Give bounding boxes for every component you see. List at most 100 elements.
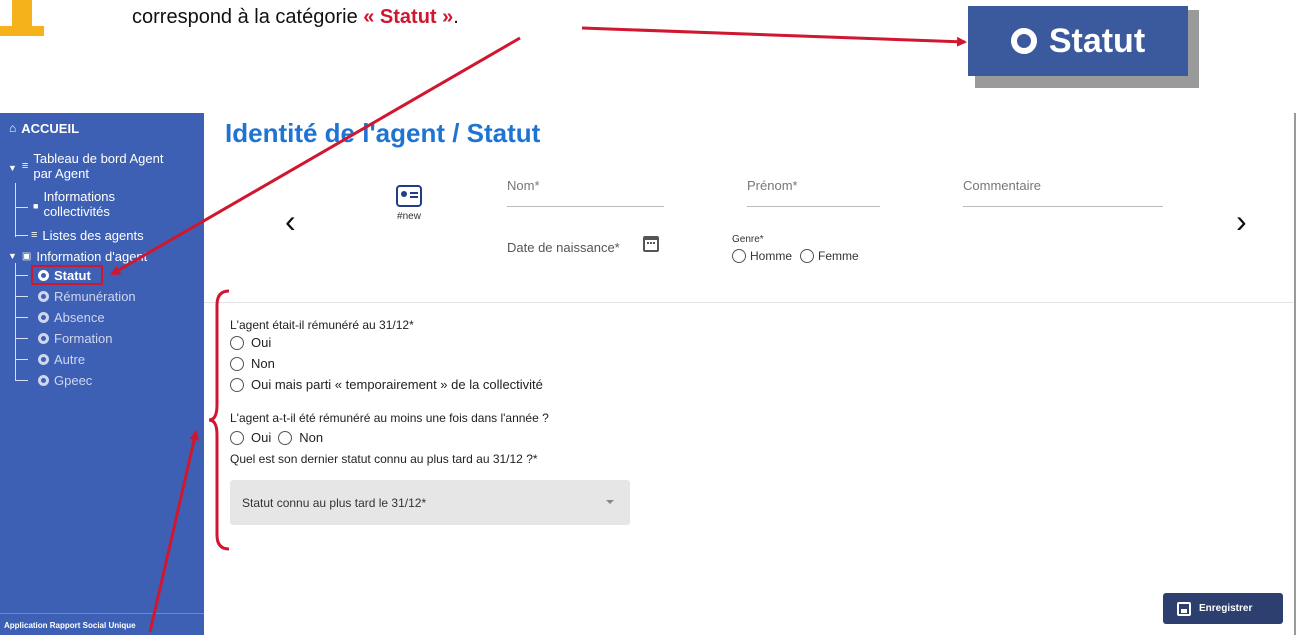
zoom-label: Statut bbox=[1048, 21, 1146, 60]
instruction-highlight: « Statut » bbox=[363, 6, 454, 28]
sidebar-gpeec-label: Gpeec bbox=[54, 373, 93, 388]
chevron-down-icon: ▼ bbox=[8, 163, 17, 173]
commentaire-label: Commentaire bbox=[963, 178, 1042, 193]
sidebar-item-gpeec[interactable]: Gpeec bbox=[38, 373, 92, 388]
radio-button[interactable] bbox=[230, 335, 244, 350]
circle-icon bbox=[38, 375, 49, 386]
info-collect-line2: collectivités bbox=[43, 204, 110, 219]
floppy-disk-icon bbox=[1177, 601, 1191, 616]
sidebar-formation-label: Formation bbox=[54, 331, 113, 346]
commentaire-field[interactable]: Commentaire bbox=[963, 178, 1163, 207]
option-label: Non bbox=[251, 356, 275, 371]
dashboard-label-line1: Tableau de bord Agent bbox=[33, 151, 164, 166]
statut-highlight-box bbox=[31, 265, 103, 285]
tree-line bbox=[15, 183, 16, 237]
sidebar-item-remuneration[interactable]: Rémunération bbox=[38, 289, 136, 304]
circle-icon bbox=[38, 354, 49, 365]
tree-branch bbox=[16, 317, 28, 318]
option-label: Oui mais parti « temporairement » de la … bbox=[251, 377, 543, 392]
tree-branch bbox=[16, 207, 28, 208]
screenshot-stage: correspond à la catégorie « Statut ». St… bbox=[0, 0, 1296, 635]
instruction-text: correspond à la catégorie « Statut ». bbox=[132, 6, 459, 29]
list-icon: ≡ bbox=[31, 229, 38, 241]
next-arrow-icon[interactable]: › bbox=[1236, 203, 1247, 240]
prenom-label: Prénom* bbox=[747, 178, 798, 193]
id-card-icon: ▣ bbox=[21, 251, 32, 262]
tree-branch bbox=[16, 235, 28, 236]
nom-field[interactable]: Nom* bbox=[507, 178, 664, 207]
agents-list-label: Listes des agents bbox=[42, 228, 144, 243]
sidebar-item-informations-collectivites[interactable]: ■ Informations collectivités bbox=[33, 189, 115, 219]
radio-femme[interactable] bbox=[800, 249, 815, 263]
sidebar-absence-label: Absence bbox=[54, 310, 105, 325]
main-panel: Identité de l'agent / Statut ‹ › #new No… bbox=[204, 113, 1296, 635]
option-oui-temporaire[interactable]: Oui mais parti « temporairement » de la … bbox=[230, 377, 543, 392]
statut-select[interactable]: Statut connu au plus tard le 31/12* bbox=[230, 480, 630, 525]
sidebar-autre-label: Autre bbox=[54, 352, 86, 367]
page-title: Identité de l'agent / Statut bbox=[225, 118, 541, 148]
tree-branch bbox=[16, 338, 28, 339]
option-oui[interactable]: Oui bbox=[230, 335, 271, 350]
agent-id: #new bbox=[397, 211, 421, 222]
date-of-birth-field[interactable]: Date de naissance* bbox=[507, 240, 620, 255]
option-non[interactable]: Non bbox=[230, 356, 275, 371]
instruction-prefix: correspond à la catégorie bbox=[132, 6, 364, 28]
radio-button[interactable] bbox=[278, 430, 293, 445]
step-number-badge bbox=[0, 0, 44, 38]
radio-button[interactable] bbox=[230, 356, 244, 371]
sidebar-footer: Application Rapport Social Unique bbox=[0, 613, 204, 635]
dashboard-label-line2: par Agent bbox=[33, 166, 89, 181]
question-dernier-statut: Quel est son dernier statut connu au plu… bbox=[230, 452, 538, 466]
section-divider bbox=[204, 302, 1294, 303]
tree-line bbox=[15, 263, 16, 381]
sidebar-remuneration-label: Rémunération bbox=[54, 289, 136, 304]
homme-label: Homme bbox=[750, 249, 793, 263]
curly-brace-annotation bbox=[208, 289, 230, 551]
home-icon: ⌂ bbox=[9, 121, 17, 135]
femme-label: Femme bbox=[818, 249, 859, 263]
genre-label: Genre* bbox=[732, 234, 764, 245]
agent-avatar-card: #new bbox=[389, 185, 429, 222]
save-button[interactable]: Enregistrer bbox=[1163, 593, 1283, 624]
circle-icon bbox=[38, 333, 49, 344]
folder-icon: ■ bbox=[33, 201, 39, 211]
question-remunere-annee: L'agent a-t-il été rémunéré au moins une… bbox=[230, 411, 549, 425]
sidebar-item-dashboard[interactable]: ▼ ≡ Tableau de bord Agent par Agent bbox=[8, 151, 163, 181]
sidebar-item-absence[interactable]: Absence bbox=[38, 310, 105, 325]
instruction-suffix: . bbox=[453, 6, 459, 28]
list-filter-icon: ≡ bbox=[21, 160, 29, 172]
statut-zoom-callout: Statut bbox=[968, 6, 1199, 88]
radio-homme[interactable] bbox=[732, 249, 746, 263]
chevron-down-icon: ▼ bbox=[8, 251, 17, 261]
chevron-down-icon bbox=[606, 500, 614, 504]
save-label: Enregistrer bbox=[1199, 603, 1253, 614]
tree-branch bbox=[16, 275, 28, 276]
radio-button[interactable] bbox=[230, 377, 244, 392]
option-label: Non bbox=[299, 430, 324, 445]
circle-icon bbox=[38, 291, 49, 302]
info-collect-line1: Informations bbox=[43, 189, 115, 204]
tree-branch bbox=[16, 296, 28, 297]
sidebar-item-autre[interactable]: Autre bbox=[38, 352, 85, 367]
statut-select-value: Statut connu au plus tard le 31/12* bbox=[242, 496, 427, 510]
sidebar-item-home[interactable]: ⌂ ACCUEIL bbox=[9, 121, 79, 136]
nom-label: Nom* bbox=[507, 178, 540, 193]
tree-branch bbox=[16, 359, 28, 360]
option-label: Oui bbox=[251, 335, 272, 350]
circle-icon bbox=[38, 312, 49, 323]
tree-branch bbox=[16, 380, 28, 381]
remunere-annee-radio-group: Oui Non bbox=[230, 430, 323, 445]
sidebar: ⌂ ACCUEIL ▼ ≡ Tableau de bord Agent par … bbox=[0, 113, 204, 635]
sidebar-item-agents-list[interactable]: ≡ Listes des agents bbox=[31, 228, 144, 243]
id-card-icon bbox=[396, 185, 422, 207]
question-remunere-31-12: L'agent était-il rémunéré au 31/12* bbox=[230, 318, 414, 332]
option-label: Oui bbox=[251, 430, 272, 445]
sidebar-item-agent-info[interactable]: ▼ ▣ Information d'agent bbox=[8, 249, 147, 264]
radio-button[interactable] bbox=[230, 430, 244, 445]
calendar-icon[interactable] bbox=[643, 236, 659, 252]
circle-icon bbox=[1010, 28, 1037, 54]
previous-arrow-icon[interactable]: ‹ bbox=[285, 203, 296, 240]
sidebar-item-formation[interactable]: Formation bbox=[38, 331, 113, 346]
prenom-field[interactable]: Prénom* bbox=[747, 178, 880, 207]
sidebar-home-label: ACCUEIL bbox=[21, 121, 80, 136]
